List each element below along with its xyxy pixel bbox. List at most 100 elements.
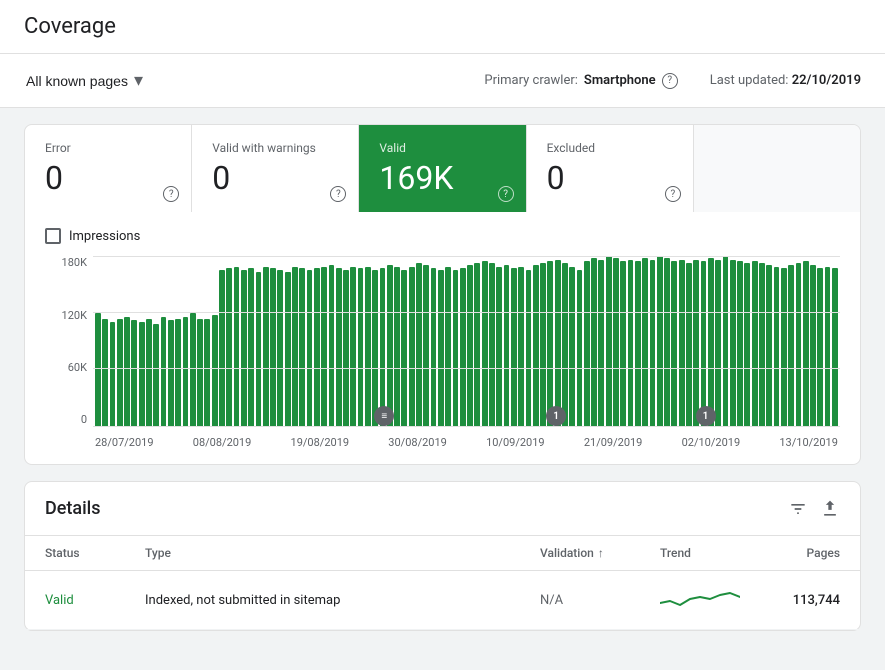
crawler-prefix: Primary crawler: — [484, 73, 578, 88]
crawler-info: Primary crawler: Smartphone ? — [484, 73, 677, 89]
chart-bar — [474, 263, 480, 426]
trend-sparkline — [660, 583, 740, 613]
page-header: Coverage — [0, 0, 885, 54]
download-icon — [820, 499, 840, 519]
chart-bar — [321, 267, 327, 427]
impressions-label: Impressions — [69, 229, 140, 244]
chart-bar — [365, 267, 371, 427]
filter-dropdown[interactable]: All known pages ▾ — [24, 66, 145, 95]
filter-icon-button[interactable] — [788, 499, 808, 519]
filter-icon — [788, 499, 808, 519]
chart-bar — [350, 267, 356, 427]
chart-bar — [292, 267, 298, 427]
chart-bar — [803, 261, 809, 426]
coverage-card: Error 0 ? Valid with warnings 0 ? Valid … — [24, 124, 861, 465]
row-status: Valid — [45, 592, 145, 608]
chart-bar — [438, 270, 444, 426]
details-actions — [788, 499, 840, 519]
table-row[interactable]: Valid Indexed, not submitted in sitemap … — [25, 571, 860, 630]
x-label-7: 02/10/2019 — [682, 436, 741, 449]
chart-bar — [540, 263, 546, 426]
chart-bar — [650, 260, 656, 427]
chart-bar — [547, 261, 553, 426]
chart-bar — [635, 261, 641, 426]
chart-bar — [788, 265, 794, 426]
crawler-help-icon[interactable]: ? — [662, 73, 678, 89]
chart-bar — [146, 319, 152, 427]
chart-bar — [168, 320, 174, 426]
impressions-checkbox[interactable] — [45, 228, 61, 244]
last-updated: Last updated: 22/10/2019 — [710, 73, 861, 88]
error-value: 0 — [45, 161, 171, 196]
chart-bar — [511, 268, 517, 426]
valid-help-icon[interactable]: ? — [498, 186, 514, 202]
valid-warnings-label: Valid with warnings — [212, 141, 338, 155]
x-label-8: 13/10/2019 — [779, 436, 838, 449]
chart-bar — [372, 270, 378, 426]
chart-bar — [796, 263, 802, 426]
chart-bar — [307, 270, 313, 426]
valid-warnings-help-icon[interactable]: ? — [330, 186, 346, 202]
chart-bar — [226, 268, 232, 426]
chart-bar — [671, 261, 677, 426]
chart-bar — [175, 319, 181, 427]
crawler-name: Smartphone — [584, 73, 656, 88]
chart-bar — [577, 270, 583, 426]
col-header-validation: Validation ↑ — [540, 546, 660, 560]
chart-bar — [131, 320, 137, 426]
chart-bar — [394, 267, 400, 427]
chart-section: Impressions 180K 120K 60K 0 — [25, 212, 860, 464]
chart-bar — [153, 324, 159, 426]
chart-bar — [701, 261, 707, 426]
chart-y-axis: 180K 120K 60K 0 — [45, 256, 93, 426]
chart-bar — [744, 263, 750, 426]
main-content: Error 0 ? Valid with warnings 0 ? Valid … — [0, 108, 885, 647]
chart-bar — [102, 319, 108, 427]
chart-bar — [613, 258, 619, 426]
chart-bar — [409, 267, 415, 427]
table-header: Status Type Validation ↑ Trend Pages — [25, 536, 860, 571]
chart-bar — [759, 263, 765, 426]
chart-bar — [380, 268, 386, 426]
chart-bar — [467, 265, 473, 426]
download-button[interactable] — [820, 499, 840, 519]
col-header-status: Status — [45, 546, 145, 560]
x-label-1: 28/07/2019 — [95, 436, 154, 449]
chart-bar — [657, 256, 663, 426]
chart-bar — [401, 270, 407, 426]
x-label-5: 10/09/2019 — [486, 436, 545, 449]
row-type: Indexed, not submitted in sitemap — [145, 592, 540, 608]
chart-bar — [431, 268, 437, 426]
chart-bar — [263, 267, 269, 427]
chart-bar — [124, 317, 130, 426]
chart-bar — [416, 263, 422, 426]
chart-bar — [584, 261, 590, 426]
chart-bar — [299, 268, 305, 426]
error-label: Error — [45, 141, 171, 155]
chart-bar — [555, 260, 561, 427]
excluded-value: 0 — [547, 161, 673, 196]
stat-error: Error 0 ? — [25, 125, 192, 212]
chart-bar — [139, 322, 145, 426]
details-header: Details — [25, 482, 860, 536]
chart-bar — [496, 267, 502, 427]
chart-bar — [686, 263, 692, 426]
chart-bar — [314, 268, 320, 426]
chart-bar — [693, 260, 699, 427]
chart-bar — [423, 265, 429, 426]
filter-label: All known pages — [26, 73, 128, 89]
chart-bar — [445, 267, 451, 427]
error-help-icon[interactable]: ? — [163, 186, 179, 202]
excluded-help-icon[interactable]: ? — [665, 186, 681, 202]
chart-bar — [620, 261, 626, 426]
chart-bar — [518, 267, 524, 427]
chart-container: 180K 120K 60K 0 — [45, 256, 840, 456]
chevron-down-icon: ▾ — [134, 70, 143, 91]
sort-up-icon: ↑ — [598, 546, 604, 560]
chart-bar — [781, 268, 787, 426]
chart-bar — [343, 270, 349, 426]
chart-bar — [832, 268, 838, 426]
chart-bar — [270, 268, 276, 426]
details-card: Details Status Type — [24, 481, 861, 631]
chart-bar — [234, 267, 240, 427]
